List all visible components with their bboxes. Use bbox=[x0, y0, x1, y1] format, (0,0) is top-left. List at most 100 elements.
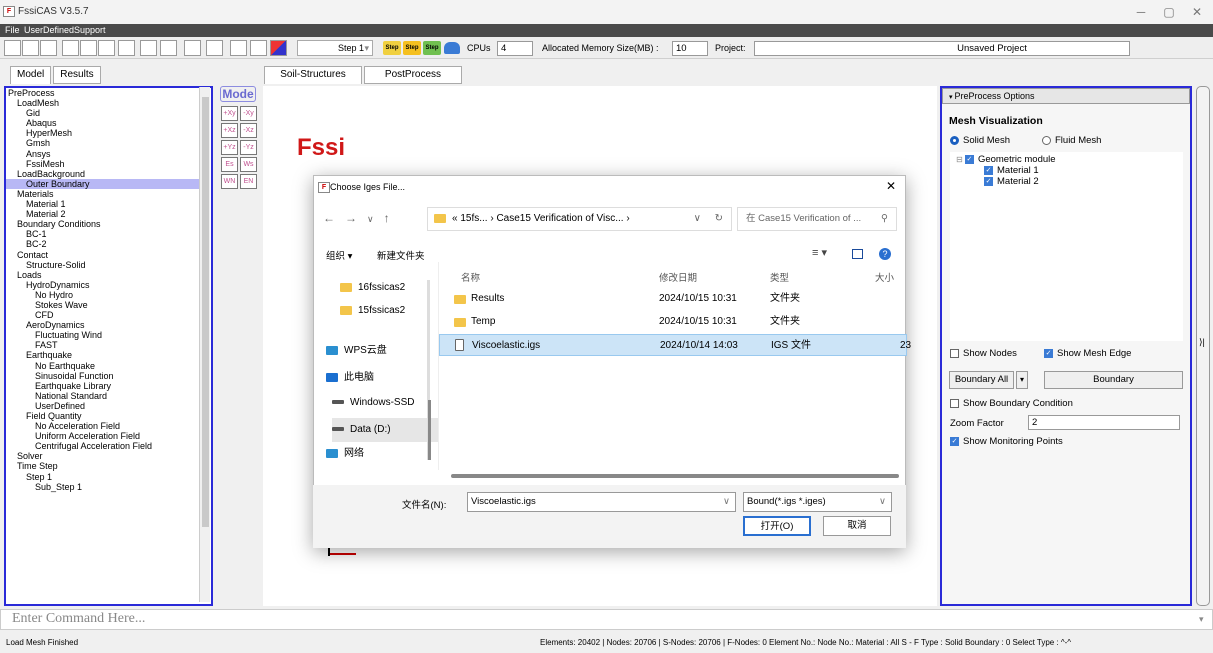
view-options-icon[interactable]: ≡ ▾ bbox=[812, 246, 827, 259]
solid-mesh-radio[interactable]: Solid Mesh bbox=[950, 135, 1010, 146]
minimize-button[interactable]: ─ bbox=[1131, 4, 1151, 20]
geometric-module-item[interactable]: ⊟ ✓ Geometric module bbox=[956, 154, 1056, 165]
tree-item[interactable]: Gid bbox=[6, 108, 202, 118]
tab-soil-structures[interactable]: Soil-Structures bbox=[264, 66, 362, 84]
tab-postprocess[interactable]: PostProcess bbox=[364, 66, 462, 84]
tree-item[interactable]: BC-2 bbox=[6, 239, 202, 249]
preview-pane-icon[interactable] bbox=[852, 249, 863, 259]
view-5-icon[interactable]: -Yz bbox=[240, 140, 257, 155]
project-select[interactable]: Unsaved Project bbox=[754, 41, 1130, 56]
file-list-hscrollbar[interactable] bbox=[451, 474, 899, 478]
dialog-search[interactable]: 在 Case15 Verification of ... ⚲ bbox=[737, 207, 897, 231]
tree-item[interactable]: No Earthquake bbox=[6, 361, 202, 371]
tree-item[interactable]: FAST bbox=[6, 340, 202, 350]
tab-model[interactable]: Model bbox=[10, 66, 52, 84]
tree-item[interactable]: Abaqus bbox=[6, 118, 202, 128]
organize-button[interactable]: 组织 ▾ bbox=[326, 248, 352, 262]
menu-userdefined[interactable]: UserDefined bbox=[24, 25, 74, 35]
view-3-icon[interactable]: -Xz bbox=[240, 123, 257, 138]
material-2-item[interactable]: ✓ Material 2 bbox=[984, 176, 1039, 187]
tree-item[interactable]: Uniform Acceleration Field bbox=[6, 431, 202, 441]
tree-item[interactable]: Structure-Solid bbox=[6, 260, 202, 270]
step-select[interactable]: Step 1 ▾ bbox=[297, 40, 373, 56]
view-2-icon[interactable]: +Xz bbox=[221, 123, 238, 138]
new-file-icon[interactable] bbox=[4, 40, 21, 56]
view-0-icon[interactable]: +Xy bbox=[221, 106, 238, 121]
sidebar-scrollbar-thumb[interactable] bbox=[428, 400, 431, 460]
tab-results[interactable]: Results bbox=[53, 66, 101, 84]
grid-icon[interactable] bbox=[80, 40, 97, 56]
boundary-button[interactable]: Boundary bbox=[1044, 371, 1183, 389]
filename-input[interactable]: Viscoelastic.igs ∨ bbox=[467, 492, 736, 512]
show-monitoring-points-checkbox[interactable]: ✓ Show Monitoring Points bbox=[950, 436, 1063, 447]
tree-item[interactable]: Ansys bbox=[6, 149, 202, 159]
step-run-icon[interactable]: Step bbox=[383, 41, 401, 55]
view-9-icon[interactable]: EN bbox=[240, 174, 257, 189]
tree-item[interactable]: Field Quantity bbox=[6, 411, 202, 421]
view-6-icon[interactable]: Es bbox=[221, 157, 238, 172]
maximize-button[interactable]: ▢ bbox=[1159, 4, 1179, 20]
step-check-icon[interactable]: Step bbox=[423, 41, 441, 55]
tree-item[interactable]: HydroDynamics bbox=[6, 280, 202, 290]
address-bar[interactable]: « 15fs... › Case15 Verification of Visc.… bbox=[427, 207, 732, 231]
tree-scrollbar[interactable] bbox=[199, 87, 210, 602]
chevron-down-icon[interactable]: ∨ bbox=[694, 208, 701, 230]
cloud-icon[interactable] bbox=[444, 42, 460, 54]
curve-icon[interactable] bbox=[140, 40, 157, 56]
save-icon[interactable] bbox=[40, 40, 57, 56]
show-mesh-edge-checkbox[interactable]: ✓ Show Mesh Edge bbox=[1044, 348, 1131, 359]
column-date[interactable]: 修改日期 bbox=[659, 270, 697, 284]
step-next-icon[interactable]: Step bbox=[403, 41, 421, 55]
material-1-item[interactable]: ✓ Material 1 bbox=[984, 165, 1039, 176]
grid-icon[interactable] bbox=[62, 40, 79, 56]
tree-item[interactable]: Sinusoidal Function bbox=[6, 371, 202, 381]
file-type-filter[interactable]: Bound(*.igs *.iges) ∨ bbox=[743, 492, 892, 512]
tree-item[interactable]: Time Step bbox=[6, 461, 202, 471]
table-icon[interactable] bbox=[160, 40, 177, 56]
file-row[interactable]: Results 2024/10/15 10:31 文件夹 bbox=[439, 288, 907, 310]
sidebar-item[interactable]: 网络 bbox=[326, 442, 364, 466]
boundary-all-select[interactable]: Boundary All bbox=[949, 371, 1014, 389]
file-row[interactable]: Temp 2024/10/15 10:31 文件夹 bbox=[439, 311, 907, 333]
file-row[interactable]: Viscoelastic.igs 2024/10/14 14:03 IGS 文件 23 bbox=[439, 334, 911, 356]
refresh-icon[interactable]: ↻ bbox=[715, 208, 723, 230]
tree-item[interactable]: National Standard bbox=[6, 391, 202, 401]
tree-item[interactable]: HyperMesh bbox=[6, 128, 202, 138]
sidebar-item[interactable]: 16fssicas2 bbox=[340, 276, 405, 300]
mode-button[interactable]: Mode bbox=[220, 86, 256, 102]
tree-item[interactable]: Outer Boundary bbox=[6, 178, 202, 189]
close-button[interactable]: ✕ bbox=[1187, 4, 1207, 20]
new-folder-button[interactable]: 新建文件夹 bbox=[377, 248, 425, 262]
block-icon[interactable] bbox=[206, 40, 223, 56]
tree-item[interactable]: Boundary Conditions bbox=[6, 219, 202, 229]
palette-icon[interactable] bbox=[270, 40, 287, 56]
tree-item[interactable]: No Hydro bbox=[6, 290, 202, 300]
tree-item[interactable]: CFD bbox=[6, 310, 202, 320]
open-file-icon[interactable] bbox=[22, 40, 39, 56]
fluid-mesh-radio[interactable]: Fluid Mesh bbox=[1042, 135, 1101, 146]
tree-item[interactable]: Loads bbox=[6, 270, 202, 280]
tree-item[interactable]: Materials bbox=[6, 189, 202, 199]
tree-item[interactable]: LoadBackground bbox=[6, 169, 202, 179]
tree-item[interactable]: Material 1 bbox=[6, 199, 202, 209]
block-icon[interactable] bbox=[230, 40, 247, 56]
sidebar-item[interactable]: Data (D:) bbox=[332, 418, 438, 442]
tree-item[interactable]: Contact bbox=[6, 250, 202, 260]
chevron-down-icon[interactable]: ∨ bbox=[879, 493, 886, 511]
tree-item[interactable]: Sub_Step 1 bbox=[6, 482, 202, 492]
menu-file[interactable]: File bbox=[5, 25, 20, 35]
tree-item[interactable]: Centrifugal Acceleration Field bbox=[6, 441, 202, 451]
menu-support[interactable]: Support bbox=[74, 25, 106, 35]
sidebar-item[interactable]: 15fssicas2 bbox=[340, 299, 405, 323]
view-8-icon[interactable]: WN bbox=[221, 174, 238, 189]
tree-item[interactable]: Material 2 bbox=[6, 209, 202, 219]
tree-item[interactable]: Solver bbox=[6, 451, 202, 461]
sidebar-item[interactable]: Windows-SSD bbox=[332, 391, 414, 415]
memory-input[interactable]: 10 bbox=[672, 41, 708, 56]
tree-item[interactable]: FssiMesh bbox=[6, 159, 202, 169]
cpus-input[interactable]: 4 bbox=[497, 41, 533, 56]
view-7-icon[interactable]: Ws bbox=[240, 157, 257, 172]
cancel-button[interactable]: 取消 bbox=[823, 516, 891, 536]
preprocess-options-header[interactable]: ▾ PreProcess Options bbox=[942, 88, 1190, 104]
block-icon[interactable] bbox=[184, 40, 201, 56]
